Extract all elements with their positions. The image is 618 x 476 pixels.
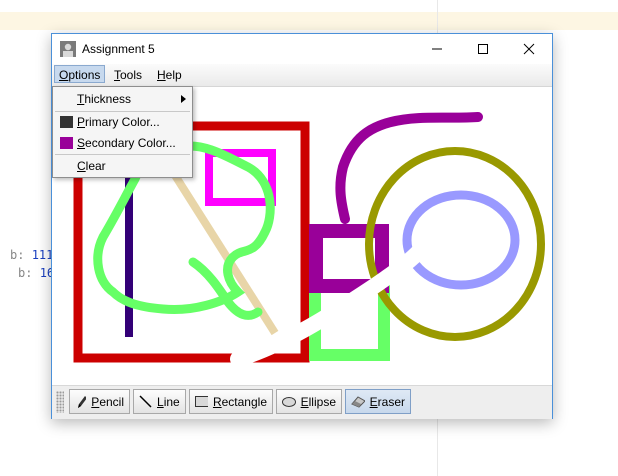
primary-color-swatch	[60, 116, 73, 128]
tool-label-rest: ectangle	[221, 394, 267, 409]
menu-item-clear[interactable]: Clear	[53, 156, 192, 176]
close-icon	[523, 43, 535, 55]
menu-label-rest: elp	[165, 68, 182, 82]
eraser-stroke	[230, 239, 431, 367]
tool-label-rest: llipse	[308, 394, 336, 409]
menu-tools[interactable]: Tools	[110, 66, 146, 84]
menu-mnemonic: O	[59, 68, 69, 82]
maximize-icon	[478, 44, 488, 54]
menu-label-rest: hickness	[84, 92, 132, 106]
close-button[interactable]	[506, 34, 552, 64]
menu-label-rest: ptions	[68, 68, 101, 82]
menu-options[interactable]: Options	[54, 65, 106, 83]
code-line: b: 111	[10, 248, 53, 262]
window-title: Assignment 5	[82, 42, 155, 56]
ellipse-icon	[282, 396, 296, 407]
tool-label-rest: encil	[99, 394, 124, 409]
tool-mnemonic: E	[300, 394, 309, 409]
tool-mnemonic: L	[157, 394, 164, 409]
menu-label-rest: econdary Color...	[85, 136, 176, 150]
maximize-button[interactable]	[460, 34, 506, 64]
line-tool-button[interactable]: Line	[133, 389, 186, 414]
menu-label-rest: ools	[120, 68, 143, 82]
code-line: b: 16	[18, 266, 54, 280]
pencil-tool-button[interactable]: Pencil	[69, 389, 130, 414]
pencil-icon	[78, 395, 87, 408]
menu-separator	[55, 154, 190, 155]
submenu-arrow-icon	[181, 95, 186, 103]
tool-label-rest: raser	[377, 394, 405, 409]
tool-bar: Pencil Line Rectangle Ellipse Eraser	[52, 385, 552, 419]
toolbar-grip[interactable]	[56, 391, 64, 413]
options-menu: Thickness Primary Color... Secondary Col…	[52, 86, 193, 178]
eraser-tool-button[interactable]: Eraser	[345, 389, 411, 414]
app-icon	[60, 41, 76, 57]
title-bar[interactable]: Assignment 5	[52, 34, 552, 64]
editor-highlight-strip	[0, 12, 618, 30]
menu-mnemonic: C	[77, 159, 86, 173]
tool-mnemonic: R	[212, 394, 222, 409]
secondary-color-swatch	[60, 137, 73, 149]
ellipse-tool-button[interactable]: Ellipse	[276, 389, 342, 414]
menu-item-secondary-color[interactable]: Secondary Color...	[53, 133, 192, 153]
menu-mnemonic: H	[157, 68, 166, 82]
minimize-button[interactable]	[414, 34, 460, 64]
line-icon	[139, 395, 152, 408]
menu-label-rest: rimary Color...	[85, 115, 160, 129]
menu-label-rest: lear	[85, 159, 106, 173]
menu-bar: Options Tools Help	[52, 64, 552, 87]
code-key: b:	[10, 248, 25, 262]
menu-mnemonic: P	[77, 115, 86, 129]
tool-mnemonic: E	[369, 394, 378, 409]
menu-help[interactable]: Help	[153, 66, 186, 84]
code-key: b:	[18, 266, 33, 280]
menu-item-primary-color[interactable]: Primary Color...	[53, 112, 192, 132]
tool-label-rest: ine	[163, 394, 180, 409]
menu-mnemonic: S	[77, 136, 86, 150]
minimize-icon	[432, 48, 442, 50]
eraser-icon	[351, 396, 365, 408]
menu-item-thickness[interactable]: Thickness	[53, 89, 192, 109]
rectangle-tool-button[interactable]: Rectangle	[189, 389, 273, 414]
rectangle-icon	[195, 396, 208, 407]
